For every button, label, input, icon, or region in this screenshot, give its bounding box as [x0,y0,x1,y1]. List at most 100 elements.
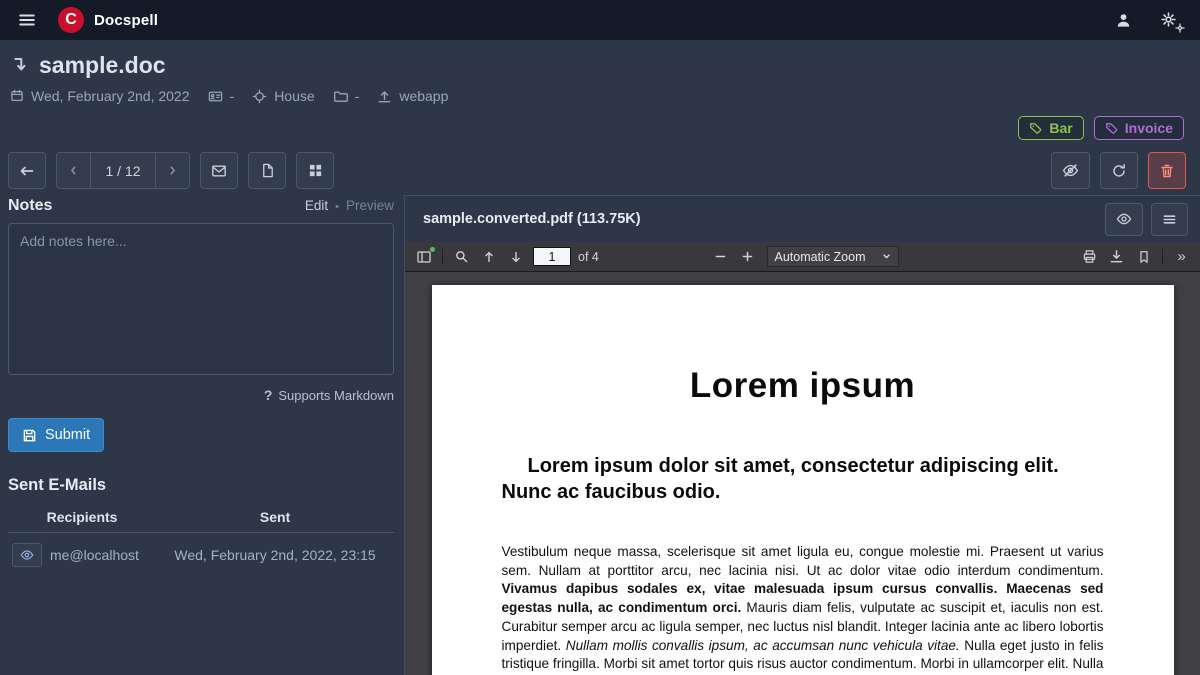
chevron-left-icon [67,164,80,177]
notes-edit-link[interactable]: Edit [305,198,328,213]
pdf-viewer-area[interactable]: Lorem ipsum Lorem ipsum dolor sit amet, … [405,272,1200,675]
notes-preview-link[interactable]: Preview [346,198,394,213]
zoom-in-button[interactable] [733,245,760,269]
page-next-button[interactable] [155,152,190,189]
delete-button[interactable] [1148,152,1186,189]
plus-icon [740,250,753,263]
item-date: Wed, February 2nd, 2022 [10,88,190,104]
email-sent-date: Wed, February 2nd, 2022, 23:15 [156,533,394,574]
tag-bar[interactable]: Bar [1018,116,1083,140]
attachments-button[interactable] [248,152,286,189]
sent-email-row: me@localhost Wed, February 2nd, 2022, 23… [8,533,394,574]
page-up-button[interactable] [475,245,502,269]
sidebar-menu-button[interactable] [16,9,38,31]
download-button[interactable] [1103,245,1130,269]
attachment-filename: sample.converted.pdf (113.75K) [423,211,641,227]
item-concerning: House [252,88,314,104]
col-sent: Sent [156,503,394,533]
attachment-menu-button[interactable] [1151,203,1188,236]
page-down-button[interactable] [502,245,529,269]
tag-icon [1105,122,1118,135]
send-mail-button[interactable] [200,152,238,189]
toolbar-separator [442,249,443,265]
user-icon [1115,12,1132,29]
markdown-hint: ? Supports Markdown [8,387,394,403]
tag-invoice[interactable]: Invoice [1094,116,1184,140]
view-email-button[interactable] [12,543,42,567]
page-number-input[interactable] [533,247,571,266]
secondary-toolbar-toggle[interactable]: » [1168,245,1195,269]
envelope-icon [211,163,227,179]
chevron-right-icon [166,164,179,177]
attachment-view-button[interactable] [1105,203,1143,236]
eye-icon [1116,211,1132,227]
qr-code-button[interactable] [296,152,334,189]
arrow-up-icon [482,250,496,264]
notes-input[interactable] [8,223,394,375]
zoom-out-button[interactable] [706,245,733,269]
printer-icon [1082,249,1097,264]
page-count-label: of 4 [578,250,599,264]
chevron-down-icon [882,252,891,261]
eye-slash-icon [1062,162,1079,179]
tag-icon [1029,122,1042,135]
sidebar-icon [416,249,432,265]
item-folder: - [333,88,360,104]
question-icon: ? [264,387,273,403]
notes-panel: Notes Edit • Preview ? Supports Markdown… [0,195,404,675]
arrow-left-icon [19,163,35,179]
eye-icon [20,548,34,562]
col-recipients: Recipients [8,503,156,533]
save-icon [22,428,37,443]
minus-icon [713,250,726,263]
gears-icon [1160,11,1182,29]
item-correspondent: - [208,88,235,104]
download-icon [1109,249,1124,264]
refresh-icon [1111,163,1127,179]
find-button[interactable] [448,245,475,269]
current-view-button[interactable] [1130,245,1157,269]
unconfirm-button[interactable] [1051,152,1090,189]
reload-button[interactable] [1100,152,1138,189]
sidebar-toggle-button[interactable] [410,245,437,269]
attachment-pager: 1 / 12 [56,152,190,189]
back-button[interactable] [8,152,46,189]
user-menu-button[interactable] [1113,10,1134,31]
sent-emails-heading: Sent E-Mails [8,476,394,495]
hamburger-icon [18,11,36,29]
docspell-logo-icon: C [58,7,84,33]
pdfjs-toolbar: of 4 Automatic Zoom [405,242,1200,272]
address-card-icon [208,89,223,104]
crosshair-icon [252,89,267,104]
email-recipients: me@localhost [46,533,156,574]
doc-paragraph: Vestibulum neque massa, scelerisque sit … [502,543,1104,675]
page-prev-button[interactable] [56,152,91,189]
item-toolbar: 1 / 12 [0,152,1200,189]
page-indicator: 1 / 12 [90,152,156,189]
trash-icon [1159,163,1175,179]
pdf-page: Lorem ipsum Lorem ipsum dolor sit amet, … [432,285,1174,675]
direction-incoming-icon [10,56,29,75]
zoom-select[interactable]: Automatic Zoom [766,246,898,267]
notes-heading: Notes [8,197,52,215]
menu-lines-icon [1162,212,1177,227]
grid-icon [308,163,323,178]
item-header: sample.doc Wed, February 2nd, 2022 - Hou… [0,40,1200,104]
file-icon [260,163,275,178]
item-title: sample.doc [39,52,166,79]
top-navbar: C Docspell [0,0,1200,40]
item-source: webapp [377,88,448,104]
notes-submit-button[interactable]: Submit [8,418,104,452]
app-brand[interactable]: C Docspell [58,7,158,33]
settings-button[interactable] [1158,9,1184,31]
doc-title: Lorem ipsum [502,366,1104,406]
search-icon [454,249,469,264]
sent-emails-table: Recipients Sent me@localhost Wed, Februa… [8,503,394,573]
arrow-down-icon [509,250,523,264]
print-button[interactable] [1076,245,1103,269]
tags-row: Bar Invoice [0,104,1200,140]
toolbar-separator [1162,249,1163,265]
calendar-icon [10,89,24,103]
item-detail-content: Notes Edit • Preview ? Supports Markdown… [0,195,1200,675]
bookmark-icon [1137,250,1151,264]
